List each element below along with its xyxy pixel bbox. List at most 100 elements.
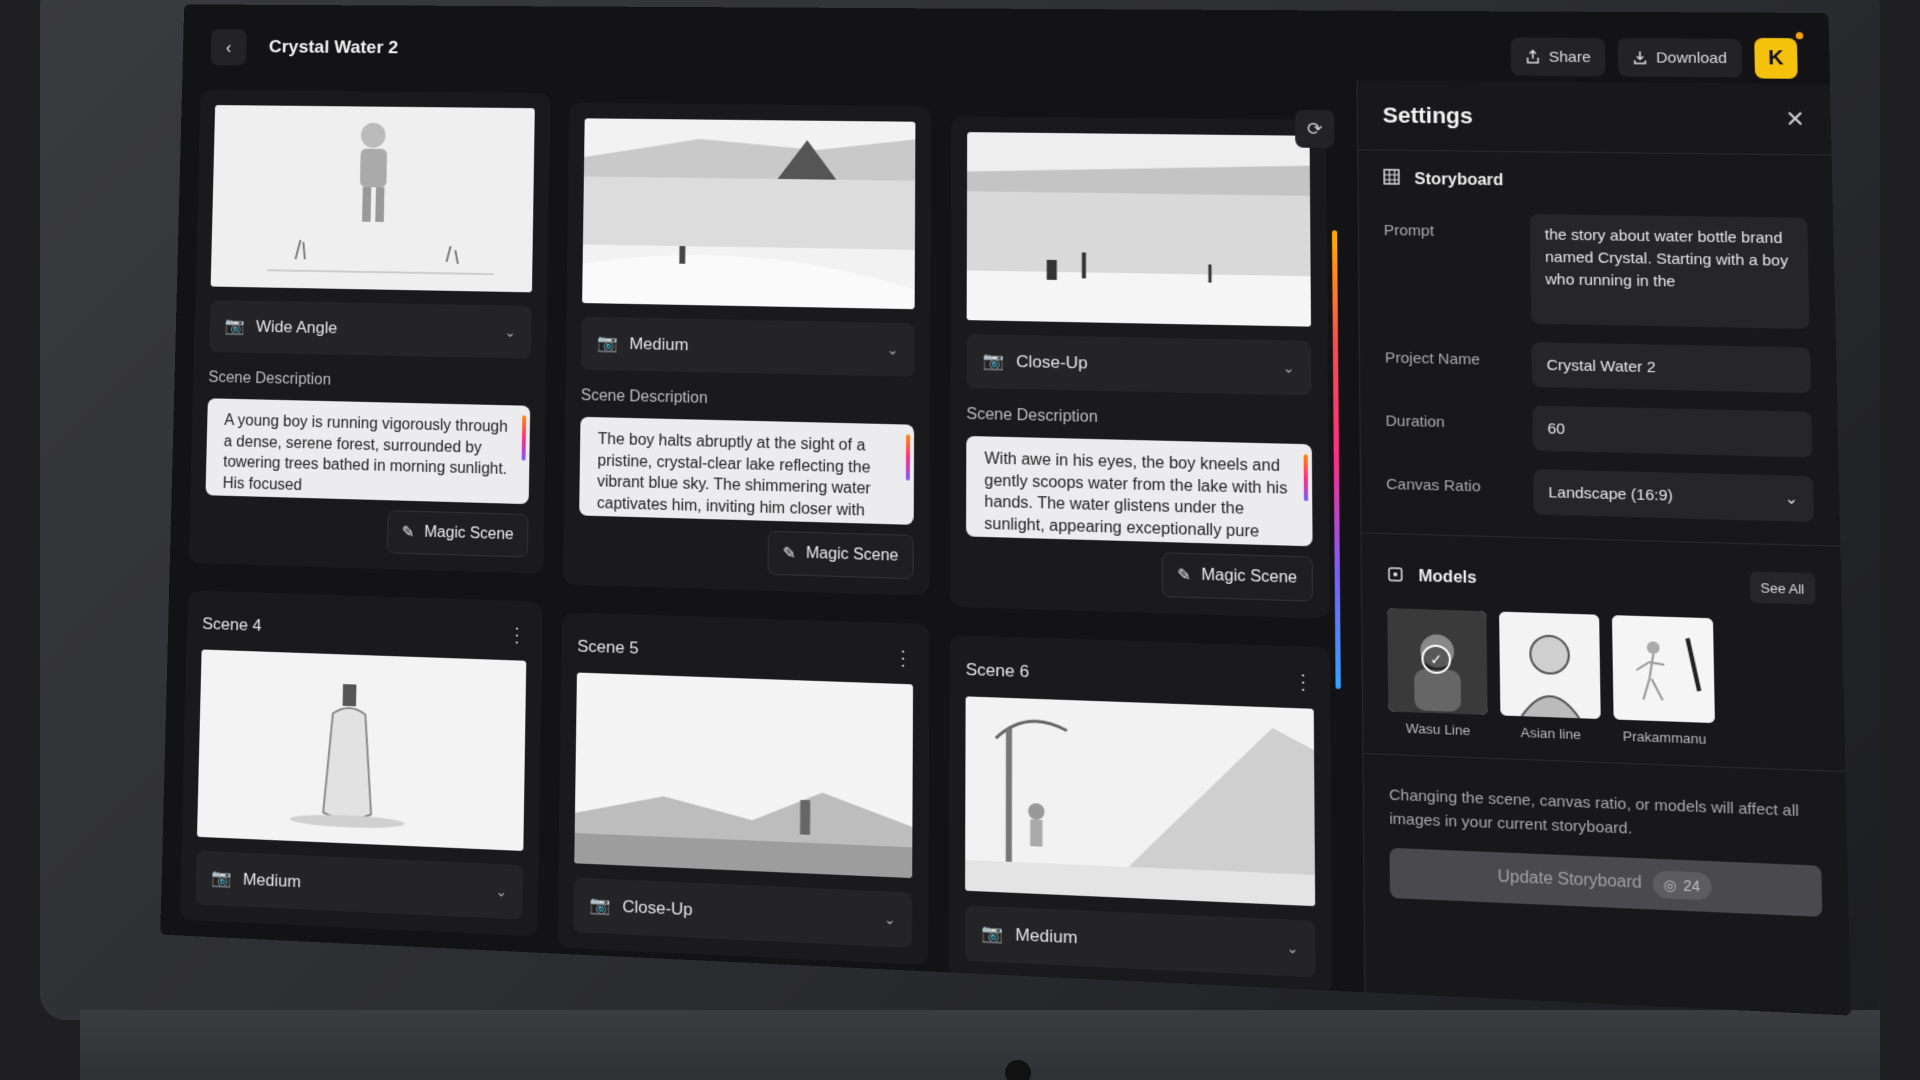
scene-description-label: Scene Description bbox=[580, 387, 708, 407]
scene-image-boy-running[interactable] bbox=[210, 105, 535, 293]
update-storyboard-label: Update Storyboard bbox=[1497, 867, 1642, 893]
model-name: Asian line bbox=[1520, 724, 1581, 743]
more-vertical-icon[interactable]: ⋮ bbox=[507, 622, 527, 647]
user-avatar[interactable]: K bbox=[1754, 37, 1798, 79]
camera-icon: 📷 bbox=[982, 351, 1004, 371]
model-option[interactable]: ✓ Wasu Line bbox=[1387, 608, 1488, 739]
canvas-ratio-label: Canvas Ratio bbox=[1386, 475, 1481, 496]
shot-type-value: Wide Angle bbox=[255, 317, 338, 338]
magic-scene-button[interactable]: ✎ Magic Scene bbox=[1161, 552, 1313, 602]
scene-image-bottle[interactable] bbox=[196, 649, 527, 851]
settings-title: Settings bbox=[1382, 101, 1473, 128]
duration-row: Duration 60 bbox=[1360, 398, 1838, 473]
magic-wand-icon: ✎ bbox=[782, 545, 797, 563]
magic-wand-icon: ✎ bbox=[1177, 566, 1192, 585]
scene-grid: 📷 Wide Angle ⌄ Scene Description A young… bbox=[179, 89, 1354, 995]
shot-type-value: Close-Up bbox=[622, 896, 693, 920]
credit-icon: ◎ bbox=[1663, 875, 1677, 894]
model-thumbnail[interactable] bbox=[1499, 611, 1601, 720]
share-label: Share bbox=[1548, 48, 1591, 66]
models-icon bbox=[1387, 565, 1404, 587]
shot-type-value: Medium bbox=[629, 334, 689, 355]
chevron-down-icon: ⌄ bbox=[495, 882, 508, 900]
model-thumbnail[interactable]: ✓ bbox=[1387, 608, 1488, 715]
scene-description-label: Scene Description bbox=[966, 405, 1098, 427]
project-name-label: Project Name bbox=[1384, 349, 1481, 369]
scene-description-input[interactable]: The boy halts abruptly at the sight of a… bbox=[579, 416, 915, 525]
magic-scene-button[interactable]: ✎ Magic Scene bbox=[386, 510, 529, 558]
more-vertical-icon[interactable]: ⋮ bbox=[893, 645, 913, 671]
scene-header: Scene 5 ⋮ bbox=[577, 629, 913, 677]
project-name-input[interactable]: Crystal Water 2 bbox=[1531, 342, 1812, 394]
monitor-chin bbox=[80, 1010, 1880, 1080]
model-option[interactable]: Prakammanu bbox=[1611, 615, 1715, 747]
refresh-button[interactable]: ⟳ bbox=[1295, 109, 1335, 149]
model-name: Wasu Line bbox=[1405, 720, 1471, 739]
shot-type-select[interactable]: 📷 Medium ⌄ bbox=[964, 905, 1316, 978]
scene-card-4: Scene 4 ⋮ 📷 Medium ⌄ bbox=[179, 590, 543, 937]
model-thumbnail[interactable] bbox=[1611, 615, 1715, 724]
credits-badge: ◎ 24 bbox=[1652, 870, 1712, 901]
scene-header: Scene 4 ⋮ bbox=[202, 606, 527, 652]
magic-row: ✎ Magic Scene bbox=[578, 525, 914, 580]
shot-type-value: Medium bbox=[242, 869, 302, 892]
model-option[interactable]: Asian line bbox=[1499, 611, 1601, 744]
magic-scene-label: Magic Scene bbox=[1201, 566, 1298, 587]
scene-description-label: Scene Description bbox=[208, 369, 332, 389]
refresh-icon: ⟳ bbox=[1306, 118, 1323, 139]
chevron-down-icon: ⌄ bbox=[504, 323, 517, 340]
scene-title: Scene 4 bbox=[202, 614, 262, 635]
scene-image-boy-kneeling[interactable] bbox=[966, 132, 1311, 327]
share-button[interactable]: Share bbox=[1510, 37, 1606, 77]
chevron-down-icon: ⌄ bbox=[886, 340, 899, 358]
camera-icon: 📷 bbox=[596, 333, 618, 353]
scene-image-bottle-lake[interactable] bbox=[574, 672, 914, 879]
shot-type-select[interactable]: 📷 Wide Angle ⌄ bbox=[209, 299, 532, 359]
models-list: ✓ Wasu Line Asian line Prakammanu bbox=[1362, 601, 1845, 752]
scene-card-5: Scene 5 ⋮ 📷 Close-Up ⌄ bbox=[557, 612, 930, 966]
shot-type-select[interactable]: 📷 Medium ⌄ bbox=[581, 316, 915, 377]
project-title: Crystal Water 2 bbox=[268, 37, 399, 59]
camera-icon: 📷 bbox=[211, 868, 232, 889]
scene-card-1: 📷 Wide Angle ⌄ Scene Description A young… bbox=[188, 89, 551, 574]
scene-card-3: 📷 Close-Up ⌄ Scene Description With awe … bbox=[949, 116, 1330, 619]
magic-scene-label: Magic Scene bbox=[424, 523, 514, 544]
scene-card-2: 📷 Medium ⌄ Scene Description The boy hal… bbox=[562, 102, 932, 596]
prompt-input[interactable]: the story about water bottle brand named… bbox=[1529, 213, 1810, 329]
settings-panel: Settings ✕ Storyboard Prompt the story a… bbox=[1356, 80, 1851, 1016]
shot-type-select[interactable]: 📷 Close-Up ⌄ bbox=[966, 334, 1312, 396]
download-button[interactable]: Download bbox=[1617, 38, 1743, 78]
settings-header: Settings ✕ bbox=[1357, 80, 1832, 156]
magic-row: ✎ Magic Scene bbox=[966, 547, 1313, 602]
canvas-ratio-select[interactable]: Landscape (16:9) ⌄ bbox=[1533, 469, 1814, 523]
scene-header: Scene 6 ⋮ bbox=[966, 652, 1314, 701]
chevron-down-icon: ⌄ bbox=[883, 910, 896, 928]
scene-image-lake[interactable] bbox=[582, 118, 916, 310]
check-icon: ✓ bbox=[1421, 644, 1452, 675]
chevron-left-icon: ‹ bbox=[225, 37, 232, 57]
duration-input[interactable]: 60 bbox=[1532, 405, 1813, 458]
scene-description-input[interactable]: A young boy is running vigorously throug… bbox=[205, 398, 531, 505]
download-icon bbox=[1633, 50, 1648, 64]
close-icon[interactable]: ✕ bbox=[1785, 106, 1805, 133]
camera-icon: 📷 bbox=[981, 923, 1003, 944]
magic-scene-button[interactable]: ✎ Magic Scene bbox=[767, 530, 914, 580]
canvas-ratio-value: Landscape (16:9) bbox=[1548, 483, 1673, 505]
duration-label: Duration bbox=[1385, 412, 1445, 432]
settings-notice: Changing the scene, canvas ratio, or mod… bbox=[1388, 786, 1800, 838]
share-icon bbox=[1526, 50, 1541, 64]
model-name: Prakammanu bbox=[1622, 728, 1707, 747]
download-label: Download bbox=[1655, 48, 1728, 67]
top-actions: Share Download K bbox=[1510, 36, 1798, 79]
shot-type-select[interactable]: 📷 Medium ⌄ bbox=[195, 850, 524, 920]
scene-description-input[interactable]: With awe in his eyes, the boy kneels and… bbox=[966, 435, 1313, 547]
chevron-down-icon: ⌄ bbox=[1784, 489, 1799, 509]
update-storyboard-button[interactable]: Update Storyboard ◎ 24 bbox=[1389, 847, 1823, 917]
scene-image-boy-mountain[interactable] bbox=[965, 696, 1316, 907]
shot-type-select[interactable]: 📷 Close-Up ⌄ bbox=[573, 877, 913, 948]
models-label: Models bbox=[1418, 567, 1477, 588]
more-vertical-icon[interactable]: ⋮ bbox=[1293, 668, 1314, 694]
back-button[interactable]: ‹ bbox=[210, 29, 247, 66]
see-all-button[interactable]: See All bbox=[1749, 571, 1816, 605]
magic-row: ✎ Magic Scene bbox=[204, 505, 529, 558]
